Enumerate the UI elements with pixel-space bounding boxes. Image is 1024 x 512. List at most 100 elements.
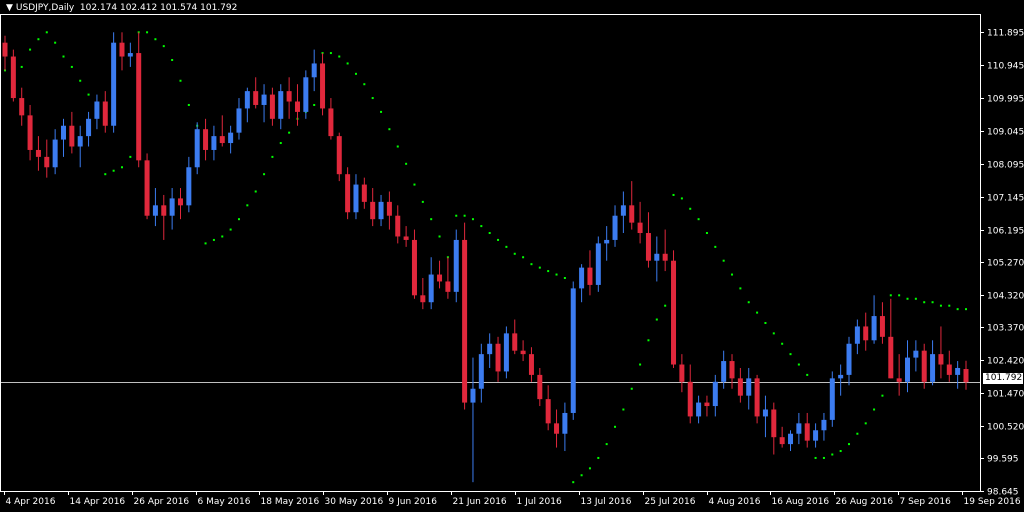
candle-body — [244, 91, 250, 109]
candle — [445, 257, 451, 299]
sar-dot — [45, 31, 48, 34]
candle-body — [403, 236, 409, 240]
y-tick-label: 99.595 — [987, 455, 1019, 465]
candle — [353, 174, 359, 220]
candle-body — [478, 354, 484, 389]
sar-dot — [513, 252, 516, 255]
candle — [712, 374, 718, 417]
x-tick-label: 9 Jun 2016 — [389, 497, 438, 507]
candle — [69, 111, 75, 154]
candle — [604, 226, 610, 261]
candle — [821, 412, 827, 441]
sar-dot — [380, 110, 383, 113]
candle-body — [144, 160, 150, 216]
candle-body — [336, 136, 342, 175]
sar-dot — [221, 235, 224, 238]
candlestick-chart[interactable]: 111.895 110.945 109.995 109.045 108.095 107.1… — [0, 0, 1024, 512]
y-tick-label: 100.520 — [987, 423, 1024, 433]
candle-body — [203, 129, 209, 150]
candle-body — [612, 215, 618, 240]
sar-dot — [455, 214, 458, 217]
candle-body — [604, 239, 610, 244]
candle — [177, 188, 183, 220]
candle — [671, 250, 677, 368]
sar-dot — [171, 58, 174, 61]
sar-dot — [146, 31, 149, 34]
candle — [144, 153, 150, 220]
y-tick-label: 105.270 — [987, 259, 1024, 269]
candle-body — [821, 419, 827, 431]
sar-dot — [505, 245, 508, 248]
candle-body — [712, 381, 718, 407]
sar-dot — [689, 207, 692, 210]
sar-dot — [881, 394, 884, 397]
sar-dot — [705, 232, 708, 235]
x-tick-label: 26 Aug 2016 — [836, 497, 894, 507]
candle — [203, 118, 209, 161]
candle-body — [219, 136, 225, 144]
candle-body — [453, 239, 459, 292]
candle-body — [395, 215, 401, 237]
candle-body — [311, 63, 317, 78]
sar-dot — [731, 273, 734, 276]
sar-dot — [154, 38, 157, 41]
sar-dot — [948, 304, 951, 307]
candle-body — [177, 198, 183, 206]
sar-dot — [430, 218, 433, 221]
candle — [779, 426, 785, 448]
candle-body — [754, 378, 760, 417]
candle — [211, 125, 217, 161]
x-tick-label: 25 Jul 2016 — [645, 497, 696, 507]
candle — [52, 129, 58, 175]
candle — [420, 278, 426, 310]
candle-body — [671, 260, 677, 365]
chart-window[interactable]: 111.895 110.945 109.995 109.045 108.095 107.1… — [0, 0, 1024, 512]
candle — [896, 354, 902, 396]
candle-body — [779, 437, 785, 445]
candle-body — [136, 53, 142, 161]
candle — [286, 77, 292, 119]
candle — [294, 84, 300, 126]
candle — [119, 32, 125, 71]
candle — [930, 340, 936, 386]
candle — [102, 91, 108, 133]
candle-body — [554, 423, 560, 434]
candle — [662, 229, 668, 272]
candle — [595, 236, 601, 292]
candle — [437, 260, 443, 289]
candle-body — [595, 243, 601, 285]
candle — [428, 257, 434, 310]
candle-body — [788, 433, 794, 445]
candle-body — [411, 239, 417, 296]
candle-body — [77, 136, 83, 147]
symbol-menu-arrow-icon[interactable]: ▼ — [6, 3, 13, 13]
sar-dot — [346, 62, 349, 65]
candle-body — [771, 409, 777, 438]
sar-dot — [37, 38, 40, 41]
candle-body — [228, 132, 234, 144]
candle-body — [955, 367, 961, 375]
candle-body — [829, 378, 835, 420]
x-tick-label: 19 Sep 2016 — [964, 497, 1021, 507]
candle-body — [888, 336, 894, 379]
candle — [345, 167, 351, 220]
candle-body — [662, 253, 668, 261]
sar-dot — [371, 97, 374, 100]
candle — [879, 302, 885, 344]
candle — [169, 188, 175, 230]
candle-body — [537, 374, 543, 400]
candle — [854, 319, 860, 355]
x-tick-label: 4 Apr 2016 — [6, 497, 56, 507]
candle — [637, 201, 643, 244]
sar-dot — [112, 169, 115, 172]
candle-body — [746, 378, 752, 396]
sar-dot — [739, 287, 742, 290]
sar-dot — [530, 263, 533, 266]
candle — [746, 367, 752, 410]
sar-dot — [764, 321, 767, 324]
time-axis: 4 Apr 2016 14 Apr 2016 26 Apr 2016 6 May 20… — [4, 491, 1021, 507]
candle-body — [737, 378, 743, 396]
candle-body — [261, 94, 267, 105]
x-tick-label: 30 May 2016 — [325, 497, 384, 507]
sar-dot — [772, 332, 775, 335]
